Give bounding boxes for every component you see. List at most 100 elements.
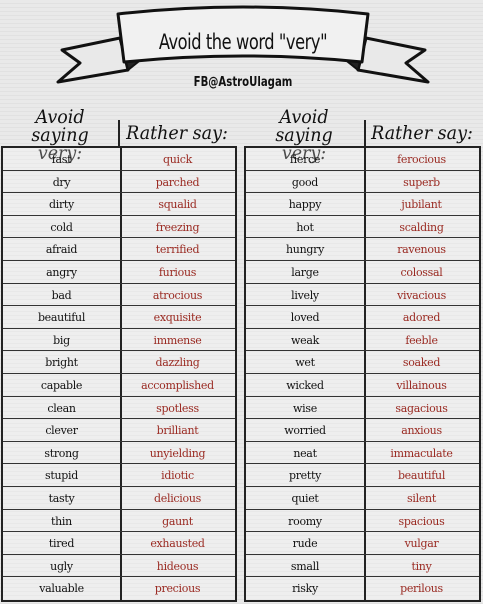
avoid-word: wet — [295, 356, 315, 370]
rather-word: brilliant — [156, 424, 199, 438]
rather-word: immaculate — [390, 446, 453, 460]
avoid-word: pretty — [288, 469, 322, 483]
table-row: ugly hideous — [3, 555, 235, 578]
rather-word: hideous — [156, 559, 199, 573]
table-row: loved adored — [246, 306, 479, 329]
rather-word: soaked — [402, 356, 441, 370]
table-row: fast quick — [3, 148, 235, 171]
table-row: valuable precious — [3, 577, 235, 600]
avoid-word: hot — [296, 220, 314, 234]
right-rather-header: Rather say: — [371, 122, 473, 144]
right-word-table: fierce ferocious good superb happy jubilant ho… — [244, 146, 481, 602]
avoid-word: tasty — [48, 492, 75, 505]
table-row: clean spotless — [3, 397, 235, 420]
table-row: wet soaked — [246, 351, 479, 374]
left-word-table: fast quick dry parched dirty squalid cold freez… — [1, 146, 237, 602]
avoid-word: cold — [50, 220, 73, 234]
avoid-word: risky — [292, 582, 318, 596]
avoid-word: big — [53, 333, 70, 347]
avoid-word: good — [291, 175, 319, 189]
avoid-word: valuable — [39, 582, 84, 596]
table-row: fierce ferocious — [246, 148, 479, 171]
left-header-divider — [118, 120, 120, 146]
rather-word: perilous — [400, 582, 443, 596]
rather-word: superb — [403, 175, 440, 189]
avoid-word: small — [290, 559, 320, 573]
table-row: cold freezing — [3, 216, 235, 239]
rather-word: jubilant — [401, 198, 442, 212]
avoid-word: bad — [51, 288, 72, 302]
table-row: neat immaculate — [246, 442, 479, 465]
rather-word: idiotic — [161, 469, 194, 483]
rather-word: ferocious — [397, 153, 446, 166]
avoid-word: dry — [52, 175, 71, 189]
rather-word: parched — [155, 175, 200, 189]
avoid-word: roomy — [288, 514, 322, 528]
table-row: good superb — [246, 171, 479, 194]
avoid-word: clever — [45, 424, 78, 438]
rather-word: adored — [402, 311, 441, 325]
table-row: bad atrocious — [3, 284, 235, 307]
avoid-word: weak — [291, 333, 319, 347]
table-row: wicked villainous — [246, 374, 479, 397]
avoid-word: loved — [290, 311, 320, 325]
left-avoid-header-line1: Avoid saying — [31, 106, 89, 146]
avoid-word: clean — [47, 401, 76, 415]
avoid-word: quiet — [291, 492, 319, 505]
avoid-word: fast — [51, 153, 72, 166]
left-rather-header: Rather say: — [126, 122, 228, 144]
rather-word: feeble — [405, 333, 438, 347]
avoid-word: large — [291, 266, 319, 279]
rather-word: exhausted — [150, 537, 205, 551]
rather-word: ravenous — [397, 243, 446, 257]
rather-word: spacious — [398, 514, 445, 528]
rather-word: silent — [407, 492, 436, 505]
rather-word: exquisite — [153, 311, 202, 325]
table-row: dry parched — [3, 171, 235, 194]
table-row: lively vivacious — [246, 284, 479, 307]
table-row: rude vulgar — [246, 532, 479, 555]
rather-word: immense — [153, 333, 202, 347]
rather-word: atrocious — [152, 288, 203, 302]
table-row: hot scalding — [246, 216, 479, 239]
table-row: afraid terrified — [3, 238, 235, 261]
table-row: big immense — [3, 329, 235, 352]
title-banner: Avoid the word "very" FB@AstroUlagam — [0, 0, 483, 100]
right-header-divider — [364, 120, 366, 146]
rather-word: accomplished — [141, 379, 214, 392]
avoid-word: angry — [46, 266, 77, 279]
rather-word: beautiful — [397, 469, 446, 483]
avoid-word: dirty — [49, 198, 74, 212]
table-row: bright dazzling — [3, 351, 235, 374]
avoid-word: hungry — [286, 243, 324, 257]
table-row: capable accomplished — [3, 374, 235, 397]
rather-word: colossal — [400, 266, 443, 279]
avoid-word: fierce — [289, 153, 321, 166]
rather-word: gaunt — [162, 514, 193, 528]
table-row: strong unyielding — [3, 442, 235, 465]
avoid-word: lively — [291, 288, 319, 302]
avoid-word: beautiful — [37, 311, 86, 325]
banner-subtitle: FB@AstroUlagam — [193, 75, 293, 90]
table-row: thin gaunt — [3, 510, 235, 533]
table-row: happy jubilant — [246, 193, 479, 216]
banner-title: Avoid the word "very" — [158, 30, 328, 54]
avoid-word: wicked — [286, 379, 324, 392]
avoid-word: rude — [292, 537, 318, 551]
table-row: quiet silent — [246, 487, 479, 510]
avoid-word: afraid — [45, 243, 78, 257]
table-row: large colossal — [246, 261, 479, 284]
table-row: hungry ravenous — [246, 238, 479, 261]
rather-word: freezing — [155, 220, 200, 234]
rather-word: villainous — [396, 379, 447, 392]
table-row: tasty delicious — [3, 487, 235, 510]
rather-word: spotless — [156, 401, 199, 415]
table-row: roomy spacious — [246, 510, 479, 533]
rather-word: terrified — [155, 243, 200, 257]
avoid-word: happy — [288, 198, 322, 212]
table-row: tired exhausted — [3, 532, 235, 555]
avoid-word: neat — [293, 446, 317, 460]
table-row: beautiful exquisite — [3, 306, 235, 329]
table-row: clever brilliant — [3, 419, 235, 442]
avoid-word: tired — [48, 537, 75, 551]
